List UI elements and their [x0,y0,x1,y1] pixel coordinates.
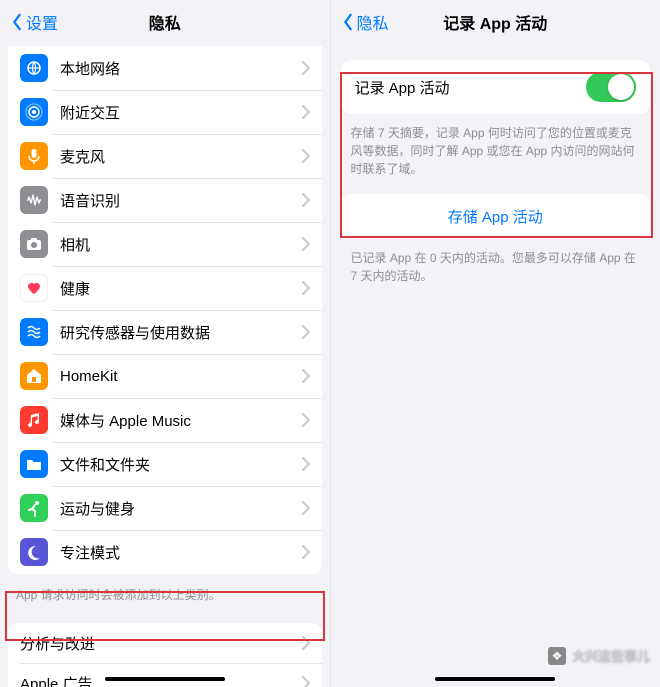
chevron-right-icon [302,636,310,650]
page-title: 记录 App 活动 [443,10,547,34]
privacy-item-homekit[interactable]: HomeKit [8,354,322,398]
nav-bar: 隐私 记录 App 活动 [331,0,660,46]
toggle-note: 存储 7 天摘要，记录 App 何时访问了您的位置或麦克风等数据，同时了解 Ap… [331,118,660,180]
wechat-icon: ❖ [548,647,566,665]
row-label: 研究传感器与使用数据 [60,322,302,343]
watermark: ❖ 大兴这些事儿 [548,646,650,665]
row-label: 分析与改进 [20,633,302,654]
row-label: 本地网络 [60,58,302,79]
back-label: 设置 [26,10,58,34]
chevron-right-icon [302,237,310,251]
privacy-item-music[interactable]: 媒体与 Apple Music [8,398,322,442]
chevron-left-icon [10,13,24,31]
toggle-label: 记录 App 活动 [355,77,587,98]
wave-icon [20,186,48,214]
camera-icon [20,230,48,258]
save-activity-button[interactable]: 存储 App 活动 [341,194,651,239]
back-label: 隐私 [357,10,389,34]
health-icon [20,274,48,302]
nav-bar: 设置 隐私 [0,0,330,46]
privacy-item-globe[interactable]: 本地网络 [8,46,322,90]
focus-icon [20,538,48,566]
row-label: 语音识别 [60,190,302,211]
privacy-item-wave[interactable]: 语音识别 [8,178,322,222]
list-footer-note: App 请求访问时会被添加到以上类别。 [0,580,330,617]
analytics-row-1[interactable]: Apple 广告 [8,663,322,687]
record-activity-toggle-row[interactable]: 记录 App 活动 [341,60,651,114]
row-label: 专注模式 [60,542,302,563]
chevron-right-icon [302,457,310,471]
toggle-group: 记录 App 活动 [341,60,651,114]
back-button[interactable]: 设置 [10,10,58,34]
mic-icon [20,142,48,170]
globe-icon [20,54,48,82]
chevron-right-icon [302,545,310,559]
chevron-right-icon [302,413,310,427]
sensor-icon [20,318,48,346]
privacy-item-folder[interactable]: 文件和文件夹 [8,442,322,486]
phone-right: 隐私 记录 App 活动 记录 App 活动 存储 7 天摘要，记录 App 何… [331,0,660,687]
chevron-right-icon [302,281,310,295]
chevron-right-icon [302,676,310,687]
home-indicator[interactable] [435,677,555,681]
page-title: 隐私 [149,10,181,34]
nearby-icon [20,98,48,126]
row-label: 运动与健身 [60,498,302,519]
row-label: 相机 [60,234,302,255]
chevron-right-icon [302,501,310,515]
privacy-item-sensor[interactable]: 研究传感器与使用数据 [8,310,322,354]
analytics-row-0[interactable]: 分析与改进 [8,623,322,663]
watermark-text: 大兴这些事儿 [572,646,650,665]
row-label: HomeKit [60,368,302,385]
row-label: 附近交互 [60,102,302,123]
chevron-right-icon [302,325,310,339]
privacy-item-fitness[interactable]: 运动与健身 [8,486,322,530]
folder-icon [20,450,48,478]
row-label: 麦克风 [60,146,302,167]
chevron-left-icon [341,13,355,31]
music-icon [20,406,48,434]
chevron-right-icon [302,105,310,119]
privacy-list: 本地网络附近交互麦克风语音识别相机健康研究传感器与使用数据 HomeKit 媒体与 … [8,46,322,574]
privacy-item-mic[interactable]: 麦克风 [8,134,322,178]
homekit-icon [20,362,48,390]
chevron-right-icon [302,61,310,75]
action-group: 存储 App 活动 [341,194,651,239]
row-label: 健康 [60,278,302,299]
privacy-item-health[interactable]: 健康 [8,266,322,310]
chevron-right-icon [302,193,310,207]
action-note: 已记录 App 在 0 天内的活动。您最多可以存储 App 在 7 天内的活动。 [331,243,660,291]
privacy-item-camera[interactable]: 相机 [8,222,322,266]
home-indicator[interactable] [105,677,225,681]
back-button[interactable]: 隐私 [341,10,389,34]
privacy-item-nearby[interactable]: 附近交互 [8,90,322,134]
phone-left: 设置 隐私 本地网络附近交互麦克风语音识别相机健康研究传感器与使用数据 HomeK… [0,0,331,687]
fitness-icon [20,494,48,522]
row-label: 文件和文件夹 [60,454,302,475]
privacy-item-focus[interactable]: 专注模式 [8,530,322,574]
chevron-right-icon [302,369,310,383]
row-label: 媒体与 Apple Music [60,410,302,431]
toggle-switch-on[interactable] [586,72,636,102]
chevron-right-icon [302,149,310,163]
